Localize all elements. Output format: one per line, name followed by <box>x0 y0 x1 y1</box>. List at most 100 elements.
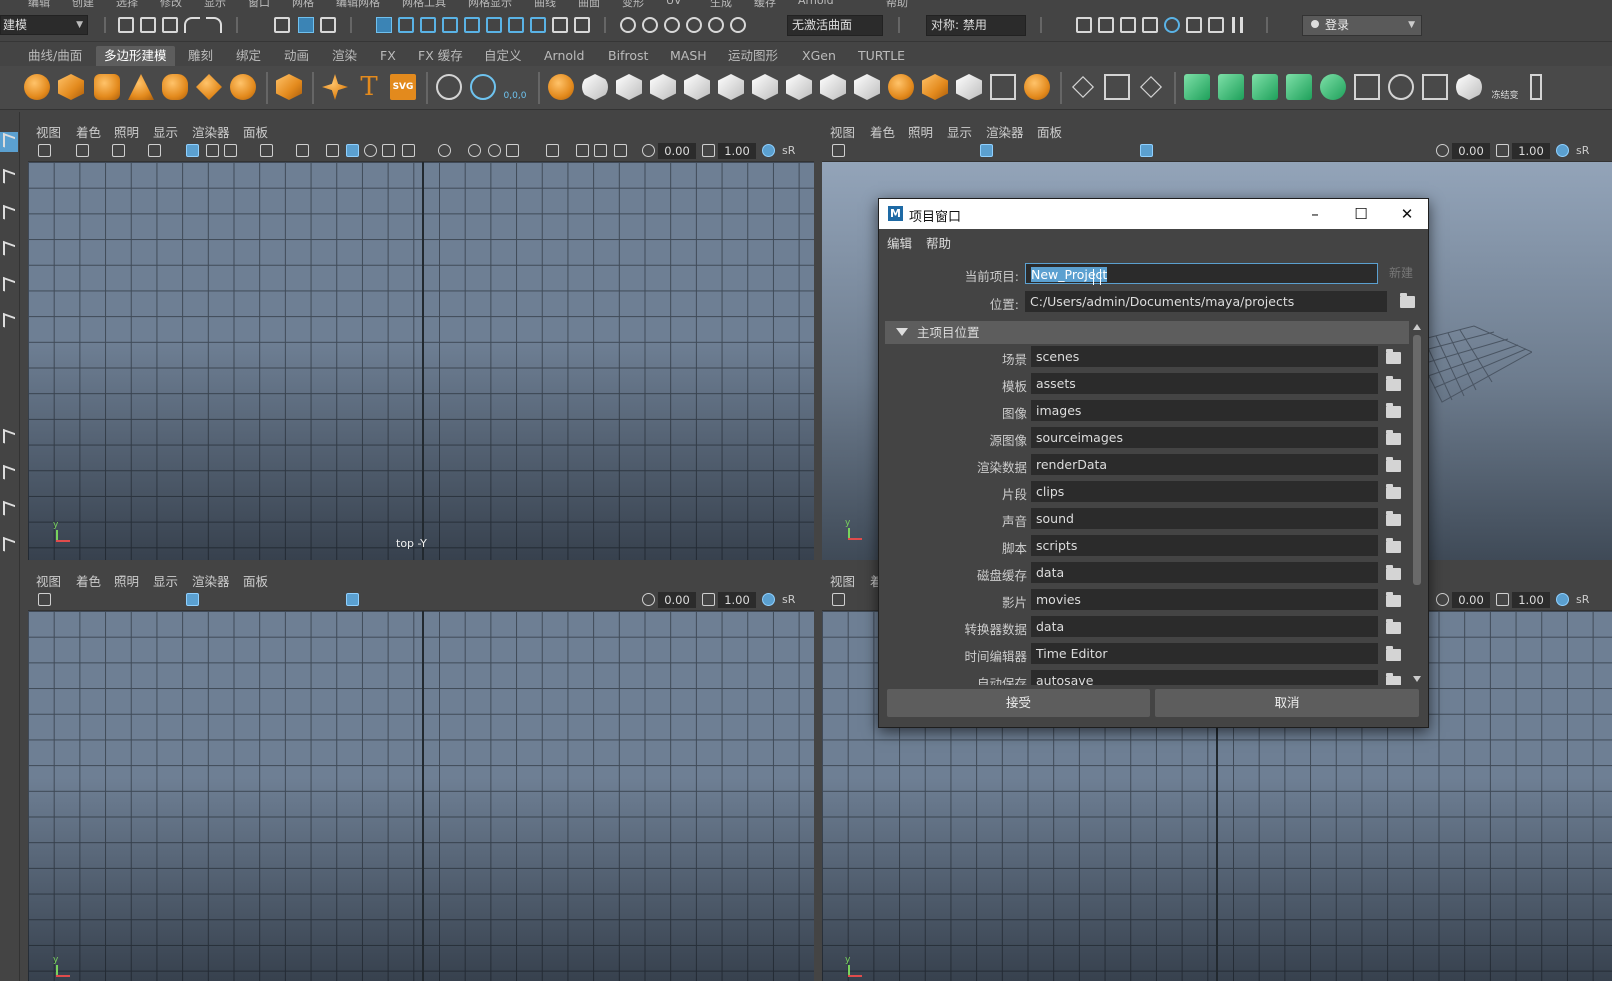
folder-icon[interactable] <box>1386 673 1401 685</box>
select-tool-icon[interactable] <box>0 132 18 152</box>
main-menu-item[interactable]: 窗口 <box>248 0 270 8</box>
tab-motion-graphics[interactable]: 运动图形 <box>728 46 778 66</box>
shelf-more-icon[interactable] <box>1530 74 1542 100</box>
grid-toggle-icon[interactable] <box>980 144 993 157</box>
maximize-button[interactable]: ☐ <box>1338 199 1384 229</box>
select-hint-icon[interactable] <box>530 17 546 33</box>
tab-fx-cache[interactable]: FX 缓存 <box>418 46 463 66</box>
tab-turtle[interactable]: TURTLE <box>858 46 905 66</box>
menu-renderer[interactable]: 渲染器 <box>192 571 230 590</box>
mode-dropdown[interactable]: 建模 ▼ <box>0 15 88 35</box>
menu-show[interactable]: 显示 <box>153 122 178 141</box>
exposure-field[interactable]: 0.00 <box>658 592 696 608</box>
snap-together-icon[interactable] <box>470 74 496 100</box>
multi-cut-icon[interactable] <box>1071 75 1095 99</box>
tab-bifrost[interactable]: Bifrost <box>608 46 648 66</box>
lights-icon[interactable] <box>402 144 415 157</box>
render-sequence-icon[interactable] <box>1186 17 1202 33</box>
soft-select-icon[interactable] <box>1388 74 1414 100</box>
main-menu-item[interactable]: 显示 <box>204 0 226 8</box>
xray-icon[interactable] <box>576 144 589 157</box>
camera-icon[interactable] <box>832 144 845 157</box>
row-path-input[interactable]: autosave <box>1031 670 1378 685</box>
menu-shading[interactable]: 着色 <box>76 571 101 590</box>
freeze-transform-icon[interactable]: 冻结变 <box>1488 74 1522 101</box>
gamma-icon[interactable] <box>1496 593 1509 606</box>
select-edge-icon[interactable] <box>398 17 414 33</box>
menu-view[interactable]: 视图 <box>830 571 855 590</box>
render-settings-icon[interactable] <box>1120 17 1136 33</box>
lasso-tool-icon[interactable] <box>0 168 18 188</box>
highlight-selection-icon[interactable] <box>574 17 590 33</box>
menu-show[interactable]: 显示 <box>947 122 972 141</box>
render-tools-icon[interactable] <box>1208 17 1224 33</box>
cancel-button[interactable]: 取消 <box>1155 689 1419 717</box>
scroll-up-icon[interactable] <box>1413 324 1421 330</box>
select-vertex-icon[interactable] <box>376 17 392 33</box>
color-management-icon[interactable] <box>1556 144 1569 157</box>
row-path-input[interactable]: movies <box>1031 589 1378 610</box>
triangulate-icon[interactable] <box>990 74 1016 100</box>
main-menu-item[interactable]: 创建 <box>72 0 94 8</box>
gamma-field[interactable]: 1.00 <box>1512 143 1550 159</box>
exposure-icon[interactable] <box>642 593 655 606</box>
smooth-shade-icon[interactable] <box>1140 144 1153 157</box>
tab-arnold[interactable]: Arnold <box>544 46 584 66</box>
folder-icon[interactable] <box>1386 430 1401 445</box>
outliner-layout-icon[interactable] <box>0 536 18 556</box>
paint-select-tool-icon[interactable] <box>0 204 18 224</box>
main-menu-item[interactable]: 编辑网格 <box>336 0 380 8</box>
exposure-field[interactable]: 0.00 <box>1452 143 1490 159</box>
folder-icon[interactable] <box>1386 646 1401 661</box>
wireframe-icon[interactable] <box>326 144 339 157</box>
poly-cone-icon[interactable] <box>128 74 154 100</box>
main-menu-item[interactable]: 缓存 <box>754 0 776 8</box>
grid-toggle-icon[interactable] <box>186 593 199 606</box>
viewport-front-canvas[interactable]: y <box>28 611 814 981</box>
poly-plane-icon[interactable] <box>196 74 222 100</box>
tab-animation[interactable]: 动画 <box>284 46 309 66</box>
reduce-icon[interactable] <box>956 74 982 100</box>
folder-icon[interactable] <box>1386 484 1401 499</box>
safe-action-icon[interactable] <box>260 144 273 157</box>
pause-render-icon[interactable] <box>1232 17 1243 33</box>
hypershade-icon[interactable] <box>1142 17 1158 33</box>
folder-icon[interactable] <box>1386 538 1401 553</box>
select-multi-icon[interactable] <box>464 17 480 33</box>
render-view-icon[interactable] <box>1164 17 1180 33</box>
image-plane-icon[interactable] <box>148 144 161 157</box>
main-menu-item[interactable]: 网格工具 <box>402 0 446 8</box>
extrude-icon[interactable] <box>684 74 710 100</box>
automatic-mapping-icon[interactable] <box>1286 74 1312 100</box>
separate-icon[interactable] <box>582 74 608 100</box>
move-tool-icon[interactable] <box>0 240 18 260</box>
folder-icon[interactable] <box>1386 403 1401 418</box>
main-menu-item[interactable]: 编辑 <box>28 0 50 8</box>
location-folder-icon[interactable] <box>1400 293 1415 308</box>
camera-icon[interactable] <box>832 593 845 606</box>
gamma-field[interactable]: 1.00 <box>718 592 756 608</box>
type-tool-icon[interactable]: T <box>356 74 382 100</box>
tab-custom[interactable]: 自定义 <box>484 46 522 66</box>
select-by-component-icon[interactable] <box>320 17 336 33</box>
spherical-mapping-icon[interactable] <box>1252 74 1278 100</box>
resolution-gate-icon[interactable] <box>224 144 237 157</box>
boolean-union-icon[interactable] <box>854 74 880 100</box>
camera-attributes-icon[interactable] <box>76 144 89 157</box>
delete-history-icon[interactable] <box>1422 74 1448 100</box>
cylindrical-mapping-icon[interactable] <box>1218 74 1244 100</box>
row-path-input[interactable]: scenes <box>1031 346 1378 367</box>
select-surface-icon[interactable] <box>508 17 524 33</box>
snap-curve-icon[interactable] <box>642 17 658 33</box>
tab-mash[interactable]: MASH <box>670 46 707 66</box>
color-management-icon[interactable] <box>762 144 775 157</box>
row-path-input[interactable]: renderData <box>1031 454 1378 475</box>
snap-surface-icon[interactable] <box>708 17 724 33</box>
folder-icon[interactable] <box>1386 376 1401 391</box>
exposure-icon[interactable] <box>1436 144 1449 157</box>
select-by-object-icon[interactable] <box>298 17 314 33</box>
snap-point-icon[interactable] <box>664 17 680 33</box>
combine-icon[interactable] <box>548 74 574 100</box>
viewport-top-canvas[interactable]: y top -Y <box>28 162 814 560</box>
gamma-icon[interactable] <box>702 144 715 157</box>
